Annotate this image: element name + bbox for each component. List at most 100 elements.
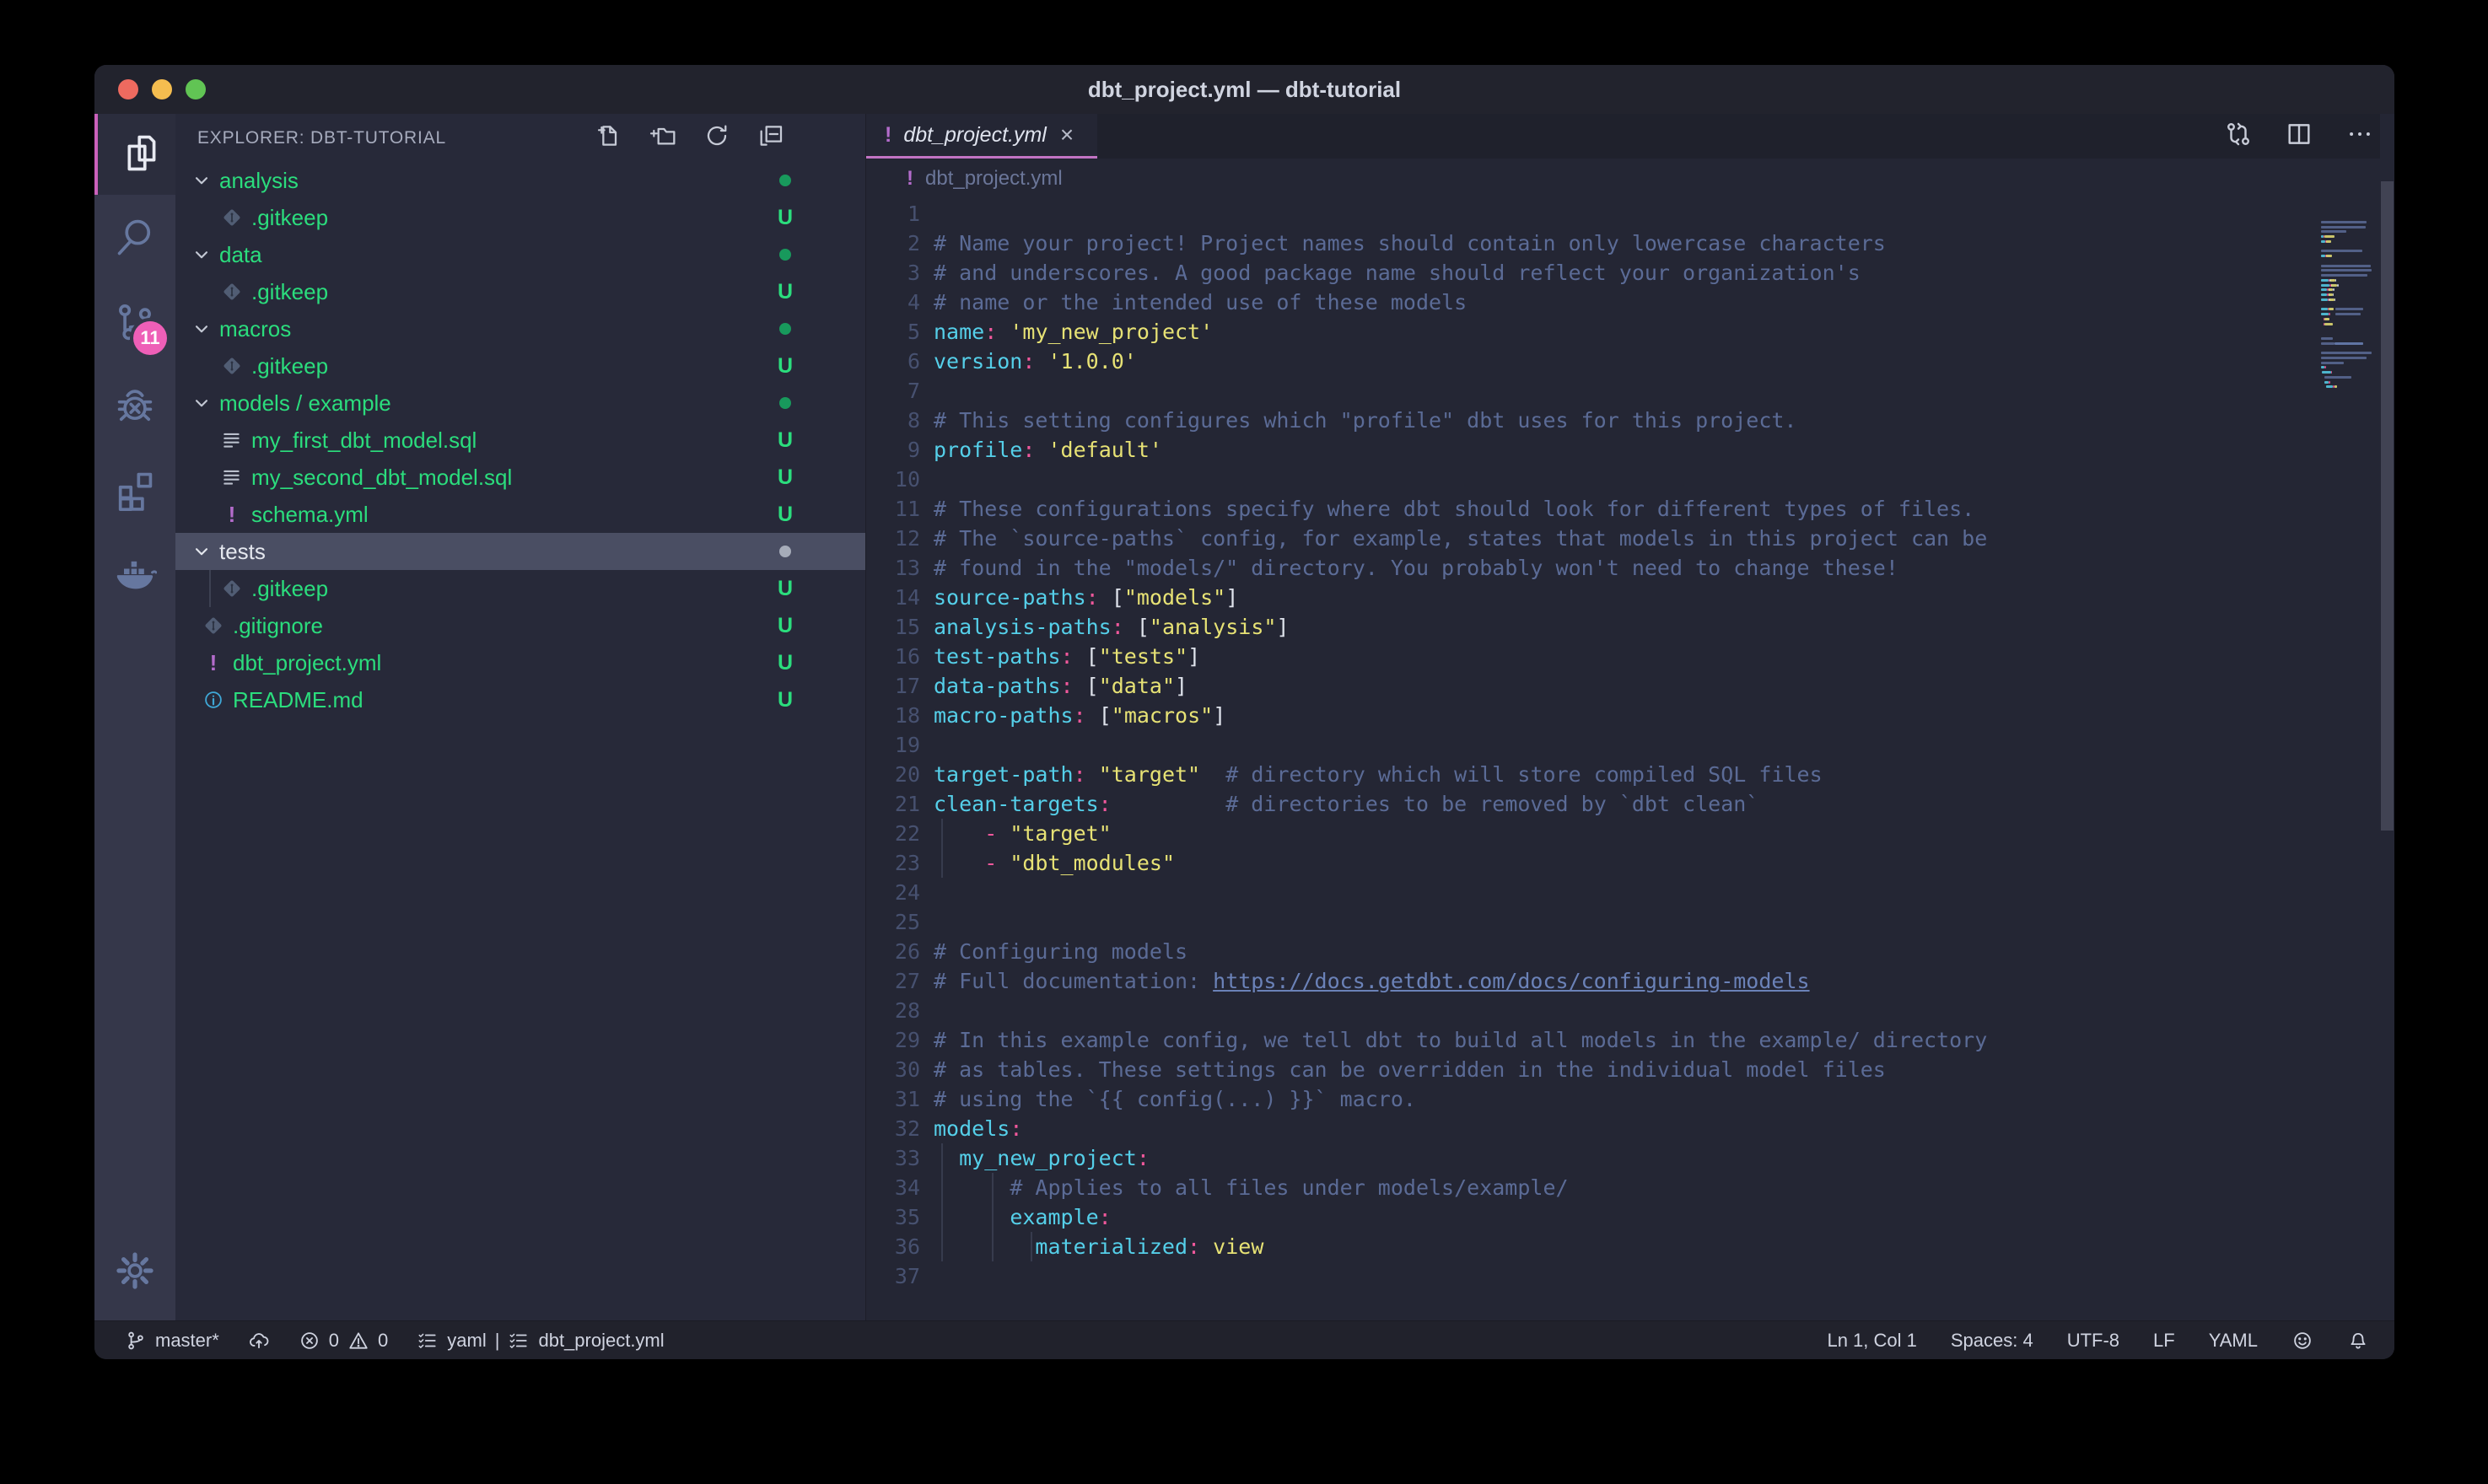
activity-files[interactable] [94, 114, 175, 195]
code-line-33[interactable]: 33 my_new_project: [866, 1143, 2394, 1173]
activity-extensions[interactable] [94, 451, 175, 532]
code-line-31[interactable]: 31# using the `{{ config(...) }}` macro. [866, 1084, 2394, 1114]
tree-item-label: tests [219, 539, 266, 565]
tree-item-label: my_first_dbt_model.sql [251, 427, 477, 454]
tree-file--gitkeep[interactable]: .gitkeepU [175, 273, 865, 310]
code-line-14[interactable]: 14source-paths: ["models"] [866, 583, 2394, 612]
code-line-16[interactable]: 16test-paths: ["tests"] [866, 642, 2394, 671]
split-editor-icon[interactable] [2285, 120, 2313, 153]
code-line-7[interactable]: 7 [866, 376, 2394, 406]
code-line-37[interactable]: 37 [866, 1261, 2394, 1291]
tree-file--gitkeep[interactable]: .gitkeepU [175, 570, 865, 607]
activity-source-control[interactable]: 11 [94, 282, 175, 363]
code-line-3[interactable]: 3# and underscores. A good package name … [866, 258, 2394, 288]
feedback[interactable] [2291, 1330, 2313, 1352]
git-branch-status[interactable]: master* [125, 1330, 219, 1352]
indent-guide [941, 1143, 943, 1173]
tree-file--gitkeep[interactable]: .gitkeepU [175, 347, 865, 384]
code-line-27[interactable]: 27# Full documentation: https://docs.get… [866, 966, 2394, 996]
code-line-26[interactable]: 26# Configuring models [866, 937, 2394, 966]
code-line-5[interactable]: 5name: 'my_new_project' [866, 317, 2394, 347]
breadcrumb-file-label[interactable]: dbt_project.yml [925, 167, 1063, 191]
code-line-19[interactable]: 19 [866, 730, 2394, 760]
encoding[interactable]: UTF-8 [2067, 1330, 2119, 1352]
indentation[interactable]: Spaces: 4 [1951, 1330, 2033, 1352]
code-line-17[interactable]: 17data-paths: ["data"] [866, 671, 2394, 701]
tree-file--gitignore[interactable]: .gitignoreU [175, 607, 865, 644]
code-line-28[interactable]: 28 [866, 996, 2394, 1025]
tab-dbt-project-yml[interactable]: ! dbt_project.yml × [866, 114, 1097, 159]
line-number: 25 [866, 907, 920, 937]
code-line-10[interactable]: 10 [866, 465, 2394, 494]
sql-file-icon [221, 466, 243, 488]
code-line-36[interactable]: 36 materialized: view [866, 1232, 2394, 1261]
code-line-13[interactable]: 13# found in the "models/" directory. Yo… [866, 553, 2394, 583]
eol[interactable]: LF [2153, 1330, 2175, 1352]
code-line-32[interactable]: 32models: [866, 1114, 2394, 1143]
cursor-position[interactable]: Ln 1, Col 1 [1827, 1330, 1916, 1352]
new-folder-icon[interactable] [649, 122, 676, 153]
code-line-29[interactable]: 29# In this example config, we tell dbt … [866, 1025, 2394, 1055]
tree-folder-analysis[interactable]: analysis [175, 162, 865, 199]
code-line-30[interactable]: 30# as tables. These settings can be ove… [866, 1055, 2394, 1084]
line-content: target-path: "target" # directory which … [934, 760, 1823, 789]
close-icon[interactable]: × [1060, 123, 1074, 147]
new-file-icon[interactable] [595, 122, 622, 153]
git-status-indicator: U [773, 459, 798, 496]
code-line-22[interactable]: 22 - "target" [866, 819, 2394, 848]
code-line-1[interactable]: 1 [866, 199, 2394, 229]
tree-file-my-second-dbt-model-sql[interactable]: my_second_dbt_model.sqlU [175, 459, 865, 496]
tree-file-dbt-project-yml[interactable]: !dbt_project.ymlU [175, 644, 865, 681]
status-text: 0 [329, 1330, 339, 1352]
problems-status[interactable]: 00 [299, 1330, 389, 1352]
activity-debug[interactable] [94, 367, 175, 448]
language-mode[interactable]: YAML [2209, 1330, 2258, 1352]
code-line-9[interactable]: 9profile: 'default' [866, 435, 2394, 465]
tree-item-label: macros [219, 316, 291, 342]
minimap[interactable] [2321, 216, 2378, 486]
tree-folder-tests[interactable]: tests [175, 533, 865, 570]
breadcrumb[interactable]: ! dbt_project.yml [866, 159, 2394, 199]
code-line-23[interactable]: 23 - "dbt_modules" [866, 848, 2394, 878]
code-line-35[interactable]: 35 example: [866, 1202, 2394, 1232]
activity-docker[interactable] [94, 535, 175, 616]
code-line-15[interactable]: 15analysis-paths: ["analysis"] [866, 612, 2394, 642]
code-line-6[interactable]: 6version: '1.0.0' [866, 347, 2394, 376]
code-line-8[interactable]: 8# This setting configures which "profil… [866, 406, 2394, 435]
code-line-2[interactable]: 2# Name your project! Project names shou… [866, 229, 2394, 258]
tree-file--gitkeep[interactable]: .gitkeepU [175, 199, 865, 236]
compare-changes-icon[interactable] [2224, 120, 2253, 153]
line-number: 15 [866, 612, 920, 642]
tree-file-readme-md[interactable]: README.mdU [175, 681, 865, 718]
tree-folder-models-example[interactable]: models / example [175, 384, 865, 422]
collapse-all-icon[interactable] [757, 122, 784, 153]
activity-search[interactable] [94, 198, 175, 279]
line-content: # These configurations specify where dbt… [934, 494, 1974, 524]
more-actions-icon[interactable] [2345, 120, 2374, 153]
line-content: my_new_project: [934, 1143, 1150, 1173]
activity-settings[interactable] [94, 1232, 175, 1313]
tree-folder-macros[interactable]: macros [175, 310, 865, 347]
yaml-schema-status[interactable]: yaml|dbt_project.yml [417, 1330, 664, 1352]
code-line-25[interactable]: 25 [866, 907, 2394, 937]
code-line-18[interactable]: 18macro-paths: ["macros"] [866, 701, 2394, 730]
code-line-12[interactable]: 12# The `source-paths` config, for examp… [866, 524, 2394, 553]
code-line-4[interactable]: 4# name or the intended use of these mod… [866, 288, 2394, 317]
code-line-11[interactable]: 11# These configurations specify where d… [866, 494, 2394, 524]
chevron-down-icon [191, 392, 213, 414]
refresh-icon[interactable] [703, 122, 730, 153]
tree-file-my-first-dbt-model-sql[interactable]: my_first_dbt_model.sqlU [175, 422, 865, 459]
code-line-34[interactable]: 34 # Applies to all files under models/e… [866, 1173, 2394, 1202]
tree-folder-data[interactable]: data [175, 236, 865, 273]
code-line-20[interactable]: 20target-path: "target" # directory whic… [866, 760, 2394, 789]
code-line-24[interactable]: 24 [866, 878, 2394, 907]
scrollbar-thumb[interactable] [2381, 181, 2394, 831]
vscode-window: dbt_project.yml — dbt-tutorial 11 EXPLOR… [94, 65, 2394, 1359]
tree-item-label: data [219, 242, 262, 268]
code-line-21[interactable]: 21clean-targets: # directories to be rem… [866, 789, 2394, 819]
explorer-title: EXPLORER: DBT-TUTORIAL [197, 128, 446, 148]
sync-status[interactable] [248, 1330, 270, 1352]
notifications[interactable] [2347, 1330, 2369, 1352]
tree-file-schema-yml[interactable]: !schema.ymlU [175, 496, 865, 533]
code-editor[interactable]: 12# Name your project! Project names sho… [866, 199, 2394, 1321]
